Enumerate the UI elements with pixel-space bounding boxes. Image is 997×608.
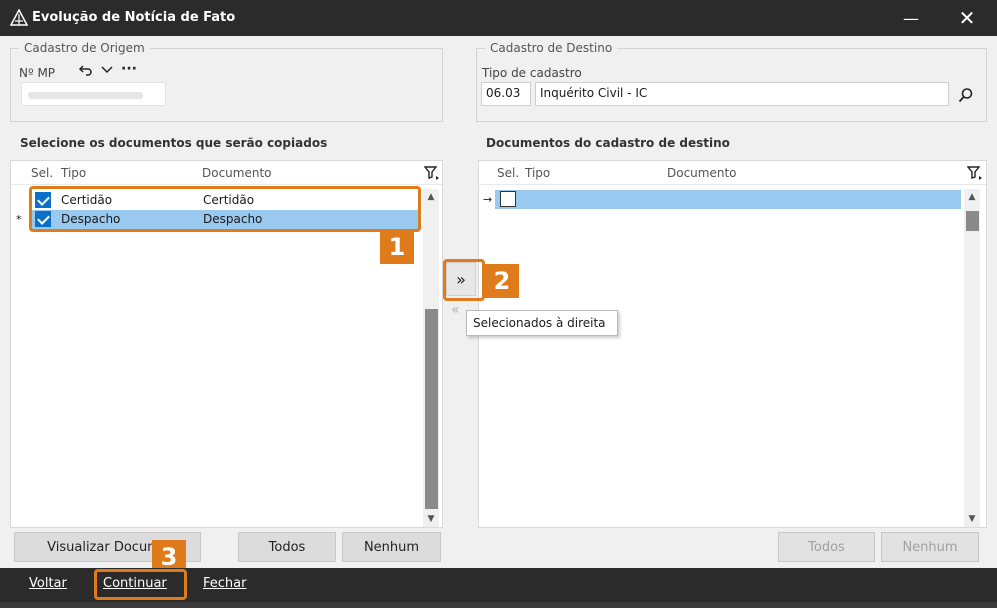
move-left-button[interactable]: «: [451, 302, 460, 318]
tooltip: Selecionados à direita: [466, 310, 618, 336]
destination-groupbox: Cadastro de Destino Tipo de cadastro 06.…: [476, 41, 987, 122]
scroll-down-icon[interactable]: ▼: [423, 511, 439, 527]
col-documento[interactable]: Documento: [667, 166, 737, 180]
window-title: Evolução de Notícia de Fato: [32, 10, 236, 25]
dest-select-all-button[interactable]: Todos: [778, 532, 875, 562]
scroll-thumb[interactable]: [966, 211, 979, 231]
filter-icon[interactable]: [967, 165, 983, 181]
title-bar: Evolução de Notícia de Fato — ✕: [0, 0, 997, 36]
chevron-down-icon[interactable]: [101, 65, 113, 75]
destination-grid-header: Sel. Tipo Documento: [479, 161, 986, 185]
minimize-button[interactable]: —: [888, 0, 934, 36]
filter-icon[interactable]: [424, 165, 440, 181]
col-sel[interactable]: Sel.: [31, 166, 53, 180]
source-scrollbar[interactable]: ▲ ▼: [423, 189, 439, 527]
scroll-up-icon[interactable]: ▲: [423, 189, 439, 205]
destination-scrollbar[interactable]: ▲ ▼: [964, 189, 980, 527]
close-button[interactable]: Fechar: [203, 576, 246, 591]
col-tipo[interactable]: Tipo: [61, 166, 86, 180]
origin-groupbox: Cadastro de Origem Nº MP ···: [10, 41, 443, 122]
col-tipo[interactable]: Tipo: [525, 166, 550, 180]
bottom-strip: [0, 602, 997, 608]
app-logo-icon: [10, 9, 28, 26]
undo-icon[interactable]: [79, 63, 93, 77]
dialog-content: Cadastro de Origem Nº MP ··· Cadastro de…: [0, 36, 997, 574]
dest-select-none-button[interactable]: Nenhum: [881, 532, 979, 562]
search-icon: [958, 88, 973, 103]
current-row-indicator: *: [16, 213, 22, 226]
mp-label: Nº MP: [19, 66, 56, 80]
row-checkbox[interactable]: [500, 191, 516, 207]
highlight-step-3: [94, 569, 187, 600]
destination-legend: Cadastro de Destino: [485, 41, 618, 55]
destination-documents-grid: Sel. Tipo Documento → ▲ ▼: [478, 160, 987, 528]
scroll-thumb[interactable]: [425, 309, 438, 509]
highlight-step-2: [443, 259, 485, 301]
scroll-up-icon[interactable]: ▲: [964, 189, 980, 205]
type-label: Tipo de cadastro: [482, 66, 582, 80]
origin-legend: Cadastro de Origem: [19, 41, 150, 55]
source-grid-header: Sel. Tipo Documento: [11, 161, 442, 185]
col-sel[interactable]: Sel.: [497, 166, 519, 180]
select-none-button[interactable]: Nenhum: [342, 532, 441, 562]
highlight-step-1: [29, 186, 421, 232]
type-name-field[interactable]: Inquérito Civil - IC: [535, 82, 949, 106]
table-row[interactable]: [495, 190, 961, 209]
mp-number-field[interactable]: [21, 82, 166, 106]
left-section-title: Selecione os documentos que serão copiad…: [20, 136, 328, 150]
more-options-icon[interactable]: ···: [121, 61, 137, 77]
right-section-title: Documentos do cadastro de destino: [486, 136, 730, 150]
close-window-button[interactable]: ✕: [944, 0, 990, 36]
scroll-down-icon[interactable]: ▼: [964, 511, 980, 527]
select-all-button[interactable]: Todos: [238, 532, 336, 562]
back-button[interactable]: Voltar: [29, 576, 67, 591]
col-documento[interactable]: Documento: [202, 166, 272, 180]
footer-bar: Voltar Continuar Fechar: [0, 568, 997, 602]
step-badge-1: 1: [380, 230, 414, 264]
type-code-field[interactable]: 06.03: [481, 82, 531, 106]
current-row-indicator: →: [483, 193, 493, 206]
step-badge-2: 2: [485, 264, 519, 298]
search-button[interactable]: [955, 84, 977, 106]
